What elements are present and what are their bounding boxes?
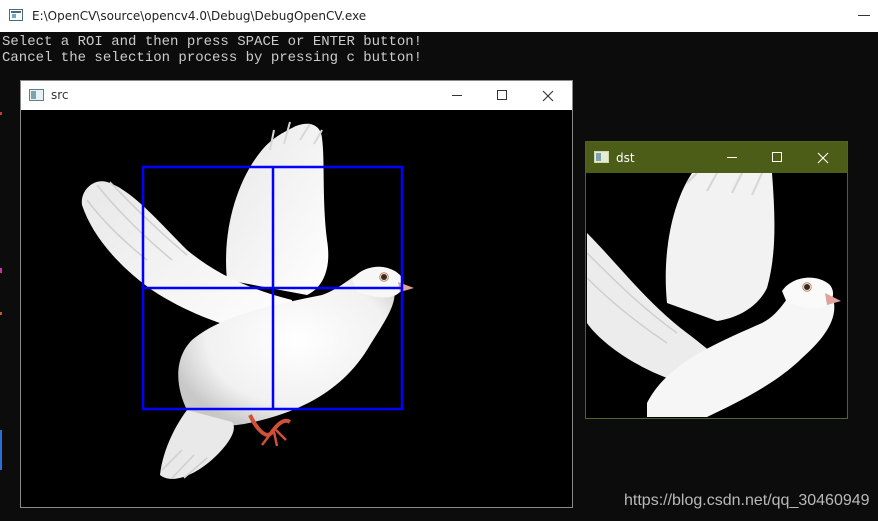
dst-image-canvas[interactable]	[587, 173, 847, 417]
src-image-canvas[interactable]	[22, 110, 572, 507]
src-window[interactable]: src	[20, 80, 573, 508]
close-icon	[817, 152, 829, 163]
console-app-icon	[9, 9, 23, 21]
console-line-1: Select a ROI and then press SPACE or ENT…	[2, 34, 423, 50]
src-window-title: src	[51, 88, 69, 102]
src-close-button[interactable]	[525, 81, 570, 110]
console-titlebar: E:\OpenCV\source\opencv4.0\Debug\DebugOp…	[0, 0, 878, 33]
console-window-title: E:\OpenCV\source\opencv4.0\Debug\DebugOp…	[32, 9, 367, 23]
window-app-icon	[29, 89, 44, 101]
close-icon	[542, 90, 554, 101]
console-minimize-button[interactable]	[858, 15, 870, 16]
dst-close-button[interactable]	[800, 142, 845, 173]
src-maximize-button[interactable]	[480, 81, 525, 110]
window-app-icon	[594, 151, 609, 163]
dst-minimize-button[interactable]	[710, 142, 755, 173]
dst-titlebar[interactable]: dst	[586, 142, 847, 173]
watermark-text: https://blog.csdn.net/qq_30460949	[624, 492, 870, 509]
dove-image	[22, 110, 572, 507]
cropped-dove-image	[587, 173, 847, 417]
dst-window-title: dst	[616, 151, 635, 165]
console-line-2: Cancel the selection process by pressing…	[2, 50, 423, 66]
src-minimize-button[interactable]	[435, 81, 480, 110]
dst-window[interactable]: dst	[585, 141, 848, 419]
dst-maximize-button[interactable]	[755, 142, 800, 173]
src-titlebar[interactable]: src	[21, 81, 572, 110]
